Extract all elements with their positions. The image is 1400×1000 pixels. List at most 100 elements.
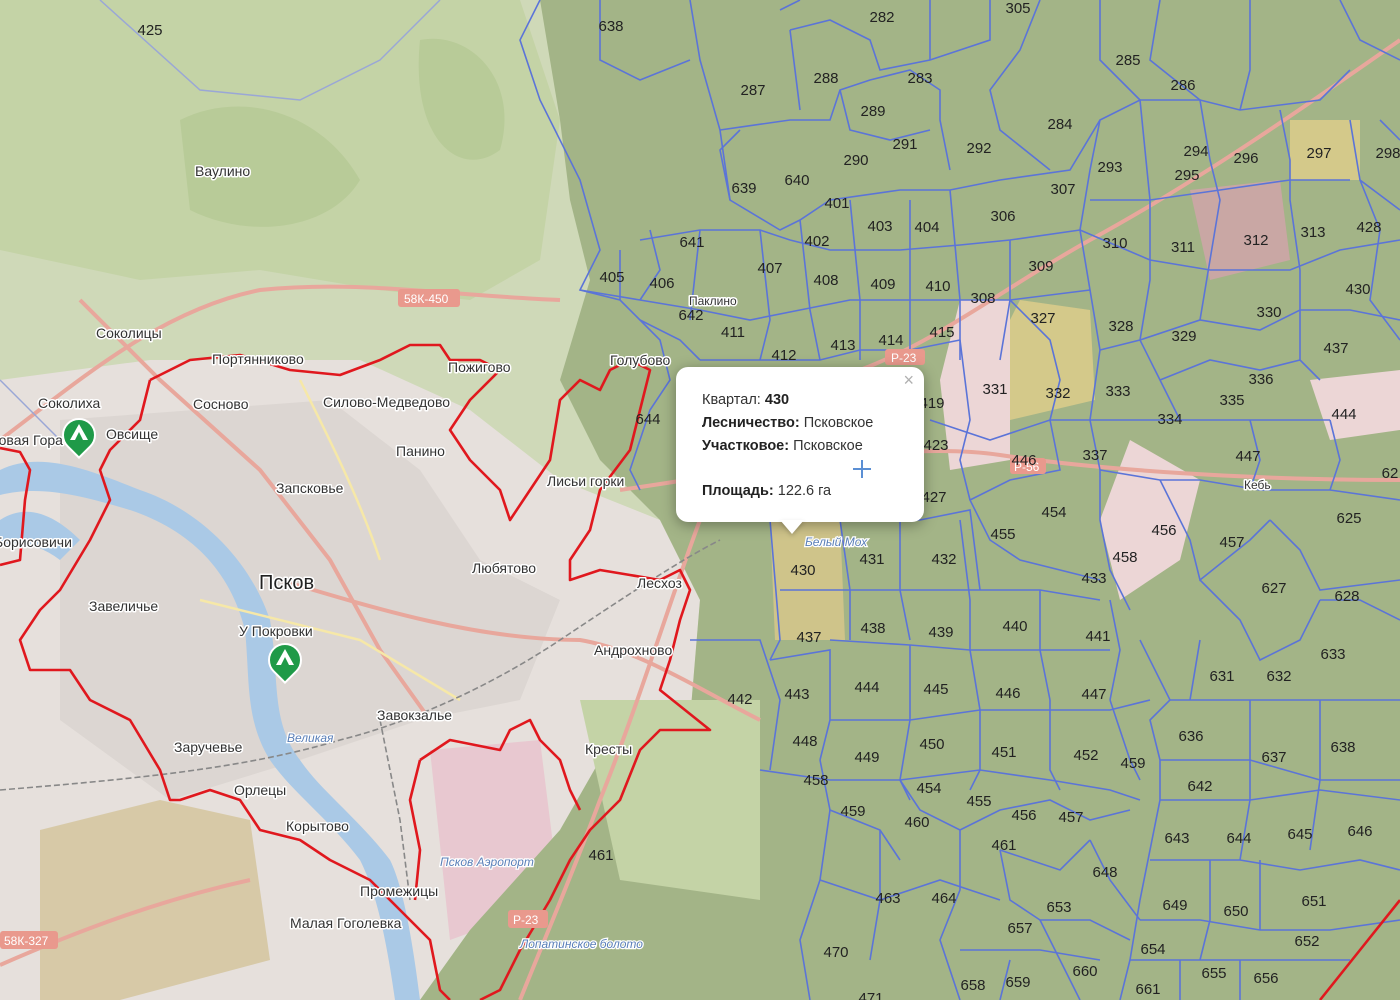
quarter-label: 464	[931, 890, 956, 907]
quarter-label: 451	[991, 744, 1016, 761]
quarter-label: 461	[588, 847, 613, 864]
quarter-label: 446	[1011, 452, 1036, 469]
quarter-label: 657	[1007, 920, 1032, 937]
svg-text:Р-23: Р-23	[513, 913, 539, 927]
quarter-label: 402	[804, 233, 829, 250]
quarter-label: 289	[860, 103, 885, 120]
town-zapskovye: Запсковье	[276, 480, 344, 496]
quarter-label: 432	[931, 551, 956, 568]
quarter-label: 282	[869, 9, 894, 26]
quarter-label: 642	[1187, 778, 1212, 795]
quarter-label: 433	[1081, 570, 1106, 587]
quarter-label: 655	[1201, 965, 1226, 982]
quarter-label: 638	[1330, 739, 1355, 756]
quarter-label: 430	[790, 562, 815, 579]
quarter-label: 459	[1120, 755, 1145, 772]
area-label: Площадь:	[702, 483, 774, 499]
lesnichestvo-label: Лесничество:	[702, 415, 800, 431]
quarter-label: 658	[960, 977, 985, 994]
quarter-label: 333	[1105, 383, 1130, 400]
quarter-label: 286	[1170, 77, 1195, 94]
town-golubovo: Голубово	[610, 352, 671, 368]
map-pin-icon[interactable]	[54, 410, 104, 460]
quarter-label: 454	[1041, 504, 1066, 521]
town-vaulino: Ваулино	[195, 163, 250, 179]
quarter-label: 660	[1072, 963, 1097, 980]
town-androkhnovo: Андрохново	[594, 642, 672, 658]
quarter-label: 447	[1235, 448, 1260, 465]
quarter-label: 633	[1320, 646, 1345, 663]
town-sokolitsy: Соколицы	[96, 325, 162, 341]
quarter-label: 305	[1005, 0, 1030, 17]
quarter-label: 62	[1382, 465, 1399, 482]
quarter-label: 636	[1178, 728, 1203, 745]
quarter-label: 439	[928, 624, 953, 641]
quarter-label: 410	[925, 278, 950, 295]
quarter-label: 290	[843, 152, 868, 169]
quarter-label: 306	[990, 208, 1015, 225]
quarter-label: 444	[854, 679, 879, 696]
quarter-label: 330	[1256, 304, 1281, 321]
quarter-label: 297	[1306, 145, 1331, 162]
town-panino: Панино	[396, 443, 445, 459]
road-shield-p23-south: Р-23	[508, 910, 548, 928]
quarter-label: 461	[991, 837, 1016, 854]
quarter-label: 296	[1233, 150, 1258, 167]
town-lisyi-gorki: Лисьи горки	[547, 473, 624, 489]
quarter-label: 428	[1356, 219, 1381, 236]
quarter-label: 452	[1073, 747, 1098, 764]
quarter-label: 455	[966, 793, 991, 810]
quarter-label: 441	[1085, 628, 1110, 645]
quarter-label: 423	[923, 437, 948, 454]
town-promezhitsy: Промежицы	[360, 883, 438, 899]
quarter-label: 648	[1092, 864, 1117, 881]
town-keb: Кебь	[1244, 478, 1271, 492]
quarter-info-popup: × Квартал: 430 Лесничество: Псковское Уч…	[676, 367, 924, 522]
quarter-label: 643	[1164, 830, 1189, 847]
quarter-label: 460	[904, 814, 929, 831]
area-value: 122.6 га	[777, 483, 832, 499]
popup-row-kvartal: Квартал: 430	[702, 389, 873, 412]
quarter-label: 294	[1183, 143, 1208, 160]
quarter-label: 430	[1345, 281, 1370, 298]
quarter-label: 413	[830, 337, 855, 354]
town-kresty: Кресты	[585, 741, 632, 757]
quarter-label: 455	[990, 526, 1015, 543]
quarter-label: 407	[757, 260, 782, 277]
quarter-label: 431	[859, 551, 884, 568]
quarter-label: 646	[1347, 823, 1372, 840]
quarter-label: 654	[1140, 941, 1165, 958]
airport-label: Псков Аэропорт	[440, 855, 534, 869]
quarter-label: 661	[1135, 981, 1160, 998]
quarter-label: 308	[970, 290, 995, 307]
quarter-label: 449	[854, 749, 879, 766]
popup-row-lesnichestvo: Лесничество: Псковское	[702, 412, 873, 435]
close-icon[interactable]: ×	[903, 371, 914, 389]
quarter-label: 292	[966, 140, 991, 157]
town-sokolikha: Соколиха	[38, 395, 100, 411]
town-zaruchevye: Заручевье	[174, 739, 243, 755]
quarter-label: 283	[907, 70, 932, 87]
quarter-label: 412	[771, 347, 796, 364]
map-pin-icon[interactable]	[260, 635, 310, 685]
popup-tip	[780, 520, 804, 534]
quarter-label: 463	[875, 890, 900, 907]
quarter-label: 645	[1287, 826, 1312, 843]
quarter-label: 637	[1261, 749, 1286, 766]
quarter-label: 414	[878, 332, 903, 349]
quarter-label: 448	[792, 733, 817, 750]
quarter-label: 313	[1300, 224, 1325, 241]
quarter-label: 649	[1162, 897, 1187, 914]
town-malaya-gogolevka: Малая Гоголевка	[290, 915, 402, 931]
quarter-label: 659	[1005, 974, 1030, 991]
quarter-label: 437	[796, 629, 821, 646]
river-velikaya-label: Великая	[287, 731, 334, 745]
quarter-label: 447	[1081, 686, 1106, 703]
quarter-label: 401	[824, 195, 849, 212]
quarter-label: 312	[1243, 232, 1268, 249]
road-shield-58k327: 58К-327	[0, 931, 58, 949]
quarter-label: 457	[1219, 534, 1244, 551]
quarter-label: 404	[914, 219, 939, 236]
quarter-label: 651	[1301, 893, 1326, 910]
quarter-label: 644	[635, 411, 660, 428]
